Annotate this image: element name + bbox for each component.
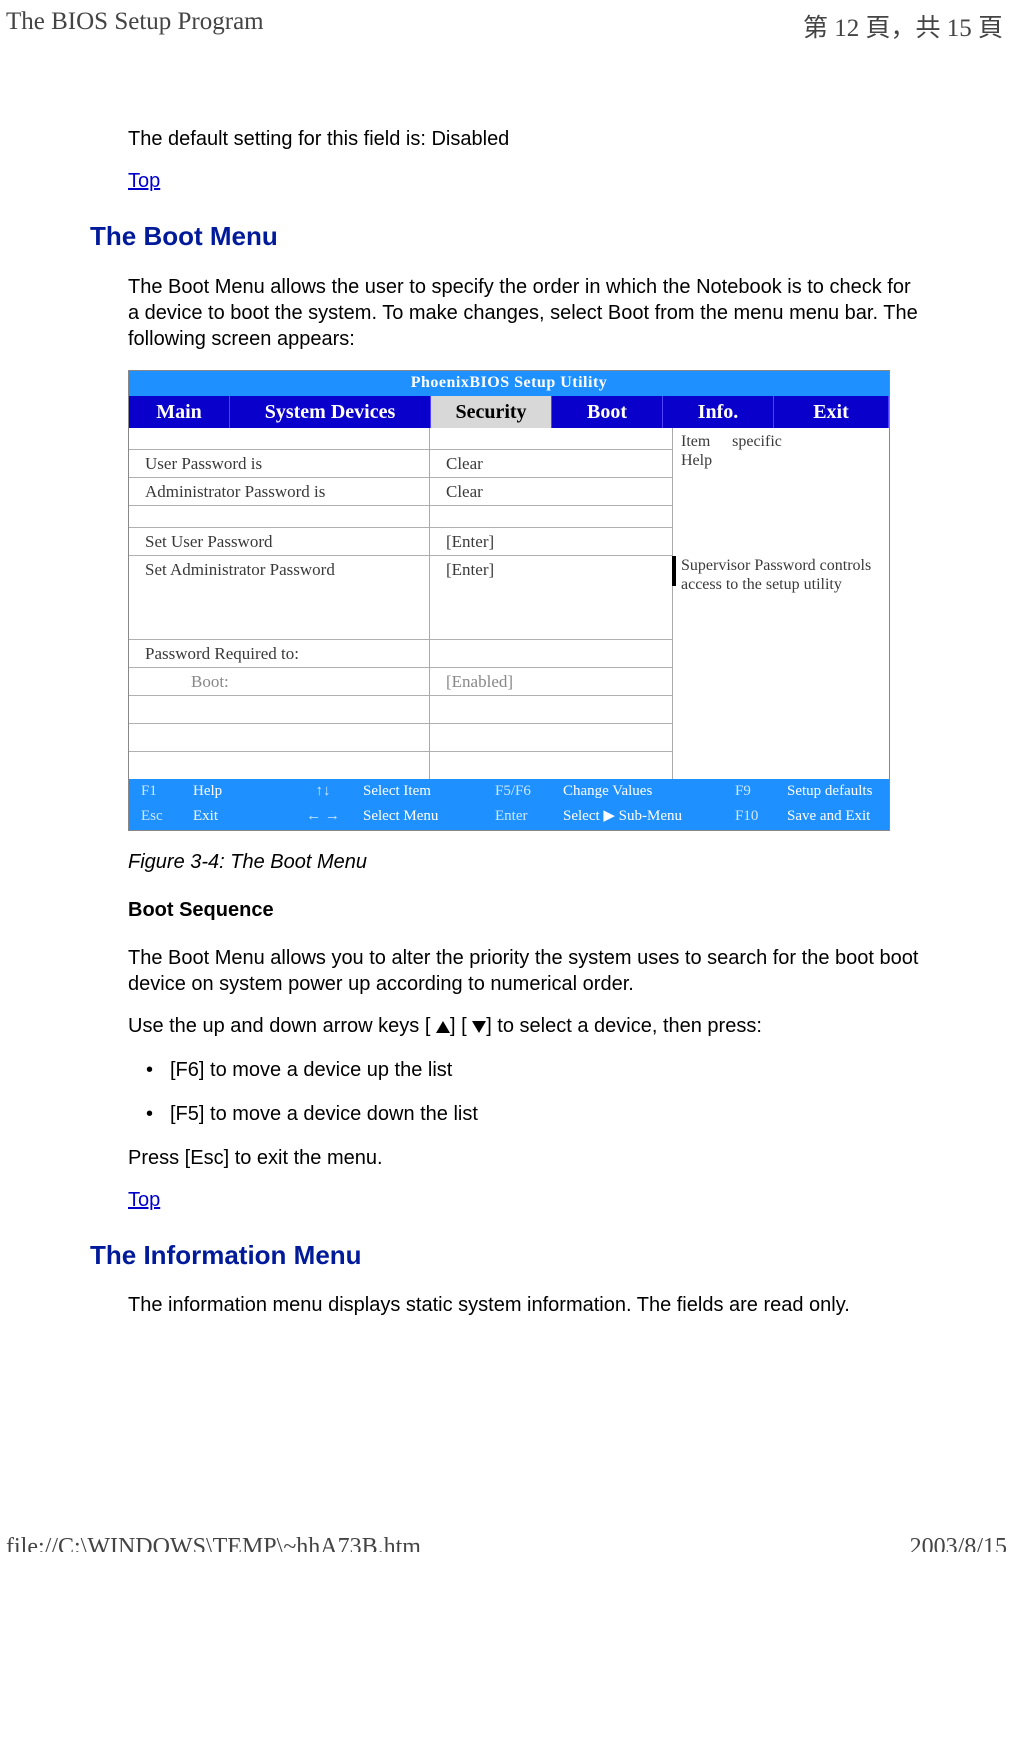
footer-path: file://C:\WINDOWS\TEMP\~hhA73B.htm — [6, 1534, 421, 1552]
tab-info[interactable]: Info. — [663, 396, 774, 428]
help-label-help: Help — [681, 451, 712, 470]
key-f10: F10 — [729, 807, 781, 827]
help-text: Supervisor Password controls access to t… — [681, 556, 885, 594]
lbl-select-menu: Select Menu — [357, 807, 489, 827]
arrow-down-icon — [472, 1021, 486, 1033]
arrow-key-instruction: Use the up and down arrow keys [ ] [ ] t… — [128, 1013, 923, 1039]
top-link[interactable]: Top — [128, 170, 160, 192]
val-set-admin: [Enter] — [430, 556, 672, 640]
key-f9: F9 — [729, 782, 781, 802]
info-menu-desc: The information menu displays static sys… — [128, 1292, 923, 1318]
lbl-help: Help — [187, 782, 289, 802]
bios-footer: F1 Help ↑↓ Select Item F5/F6 Change Valu… — [129, 779, 889, 830]
tab-exit[interactable]: Exit — [774, 396, 889, 428]
help-label-item: Item — [681, 432, 712, 451]
help-label-specific: specific — [732, 432, 782, 470]
arrows-horiz-icon: ← → — [289, 807, 357, 827]
bios-menubar: Main System Devices Security Boot Info. … — [129, 396, 889, 428]
page-content: The default setting for this field is: D… — [0, 50, 1013, 1318]
val-admin-password: Clear — [430, 478, 672, 506]
key-enter: Enter — [489, 807, 557, 827]
row-pw-required: Password Required to: — [129, 640, 429, 668]
tab-main[interactable]: Main — [129, 396, 230, 428]
page-indicator: 第 12 頁，共 15 頁 — [803, 8, 1003, 44]
row-set-admin[interactable]: Set Administrator Password — [129, 556, 429, 640]
lbl-setup-defaults: Setup defaults — [781, 782, 883, 802]
default-setting-text: The default setting for this field is: D… — [128, 126, 923, 152]
page-header: The BIOS Setup Program 第 12 頁，共 15 頁 — [0, 0, 1013, 50]
arrow-up-icon — [436, 1021, 450, 1033]
page-footer: file://C:\WINDOWS\TEMP\~hhA73B.htm 2003/… — [0, 1534, 1013, 1552]
val-user-password: Clear — [430, 450, 672, 478]
row-set-user[interactable]: Set User Password — [129, 528, 429, 556]
lbl-select-item: Select Item — [357, 782, 489, 802]
info-menu-heading: The Information Menu — [90, 1239, 923, 1273]
esc-instruction: Press [Esc] to exit the menu. — [128, 1145, 923, 1171]
arrows-vert-icon: ↑↓ — [289, 782, 357, 802]
tab-security[interactable]: Security — [431, 396, 552, 428]
tab-system[interactable]: System Devices — [230, 396, 431, 428]
row-admin-password: Administrator Password is — [129, 478, 429, 506]
val-boot-req: [Enabled] — [430, 668, 672, 696]
footer-date: 2003/8/15 — [910, 1534, 1007, 1552]
lbl-select-submenu: Select ▶ Sub-Menu — [557, 807, 729, 827]
boot-sequence-heading: Boot Sequence — [128, 897, 923, 923]
row-boot-req: Boot: — [129, 668, 429, 696]
list-item: [F6] to move a device up the list — [150, 1057, 923, 1083]
val-set-user: [Enter] — [430, 528, 672, 556]
key-f1: F1 — [135, 782, 187, 802]
lbl-save-exit: Save and Exit — [781, 807, 883, 827]
tab-boot[interactable]: Boot — [552, 396, 663, 428]
top-link[interactable]: Top — [128, 1189, 160, 1211]
lbl-change-values: Change Values — [557, 782, 729, 802]
row-user-password: User Password is — [129, 450, 429, 478]
doc-title: The BIOS Setup Program — [6, 8, 264, 44]
key-f5f6: F5/F6 — [489, 782, 557, 802]
boot-menu-desc: The Boot Menu allows the user to specify… — [128, 274, 923, 352]
lbl-exit: Exit — [187, 807, 289, 827]
boot-sequence-desc: The Boot Menu allows you to alter the pr… — [128, 945, 923, 997]
boot-menu-heading: The Boot Menu — [90, 220, 923, 254]
key-list: [F6] to move a device up the list [F5] t… — [128, 1057, 923, 1127]
bios-title: PhoenixBIOS Setup Utility — [129, 371, 889, 396]
list-item: [F5] to move a device down the list — [150, 1101, 923, 1127]
figure-caption: Figure 3-4: The Boot Menu — [128, 849, 923, 875]
bios-screenshot: PhoenixBIOS Setup Utility Main System De… — [128, 370, 890, 831]
key-esc: Esc — [135, 807, 187, 827]
